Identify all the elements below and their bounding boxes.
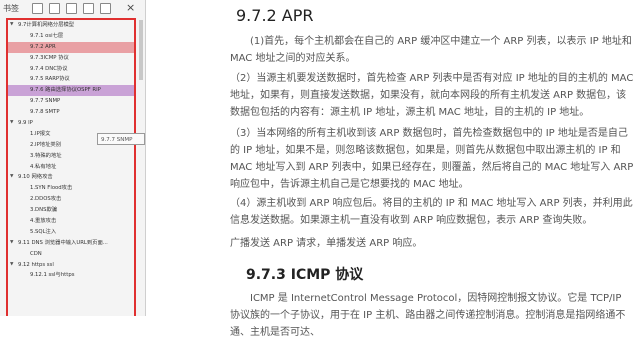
bookmark-item[interactable]: 9.7.7 SNMP xyxy=(8,96,134,107)
bookmark-item[interactable]: 2.DDOS攻击 xyxy=(8,194,134,205)
bookmark-tooltip: 9.7.7 SNMP xyxy=(97,133,145,145)
paragraph-5: 广播发送 ARP 请求，单播发送 ARP 响应。 xyxy=(230,238,423,249)
bookmark-label: 4.重放攻击 xyxy=(30,218,57,225)
paragraph-3: （3）当本网络的所有主机收到该 ARP 数据包时，首先检查数据包中的 IP 地址… xyxy=(230,128,634,190)
bookmark-label: 9.10 网络攻击 xyxy=(18,174,53,181)
bookmark-item[interactable]: 3.特殊的地址 xyxy=(8,151,134,162)
bookmark-label: 9.7.4 DNC协议 xyxy=(30,65,68,72)
bookmark-item[interactable]: 1.SYN Flood攻击 xyxy=(8,183,134,194)
bookmark-pane-title: 书签 xyxy=(3,4,19,13)
section-heading-apr: 9.7.2 APR xyxy=(236,6,314,25)
bookmark-group[interactable]: ▼ 9.9 IP xyxy=(8,118,134,129)
bookmark-label: 5.SQL注入 xyxy=(30,228,57,235)
bookmark-group[interactable]: ▼ 9.12 https ssl xyxy=(8,260,134,271)
bookmark-item[interactable]: 9.7.3ICMP 协议 xyxy=(8,53,134,64)
bookmark-item[interactable]: 9.7.2 APR xyxy=(8,41,134,53)
chevron-down-icon[interactable]: ▼ xyxy=(10,172,13,183)
bookmark-label: 3.DNS欺骗 xyxy=(30,207,58,214)
chevron-down-icon[interactable]: ▼ xyxy=(10,20,13,31)
bookmark-item[interactable]: 9.7.6 路由选择协议OSPF RIP xyxy=(8,85,134,97)
bookmark-pane: 书签 × ▼ 9.7计算机网络分层模型 9.7.1 osi七层 9.7.2 APR 9.… xyxy=(0,0,146,316)
bookmark-label: 9.7.5 RARP协议 xyxy=(30,76,70,83)
section-heading-icmp: 9.7.3 ICMP 协议 xyxy=(246,267,364,283)
bookmark-label: 9.7.1 osi七层 xyxy=(30,32,64,39)
bookmark-item[interactable]: 4.重放攻击 xyxy=(8,216,134,227)
bookmark-group[interactable]: ▼ 9.11 DNS 浏览器中输入URL到页面... xyxy=(8,238,134,249)
bookmark-item[interactable]: 4.私有地址 xyxy=(8,162,134,173)
bookmark-group[interactable]: ▼ 9.7计算机网络分层模型 xyxy=(8,20,134,31)
bookmark-tree: ▼ 9.7计算机网络分层模型 9.7.1 osi七层 9.7.2 APR 9.7.3IC… xyxy=(6,18,136,316)
bookmark-label: CDN xyxy=(30,250,42,257)
bookmark-label: 1.IP报文 xyxy=(30,130,51,137)
document-page: 9.7.2 APR (1)首先，每个主机都会在自己的 ARP 缓冲区中建立一个 … xyxy=(146,0,637,338)
bookmark-expand-icon[interactable] xyxy=(66,3,77,14)
bookmark-item[interactable]: 9.12.1 ssl与https xyxy=(8,270,134,281)
bookmark-label: 3.特殊的地址 xyxy=(30,152,62,159)
bookmark-item[interactable]: 9.7.8 SMTP xyxy=(8,107,134,118)
bookmark-label: 2.DDOS攻击 xyxy=(30,196,62,203)
bookmark-label: 4.私有地址 xyxy=(30,163,57,170)
bookmark-label: 9.12.1 ssl与https xyxy=(30,272,75,279)
bookmark-item[interactable]: CDN xyxy=(8,249,134,260)
bookmark-label: 9.12 https ssl xyxy=(18,261,54,268)
bookmark-label: 9.11 DNS 浏览器中输入URL到页面... xyxy=(18,239,108,246)
chevron-down-icon[interactable]: ▼ xyxy=(10,118,13,129)
chevron-down-icon[interactable]: ▼ xyxy=(10,238,13,249)
bookmark-label: 9.7.3ICMP 协议 xyxy=(30,54,69,61)
paragraph-1: (1)首先，每个主机都会在自己的 ARP 缓冲区中建立一个 ARP 列表，以表示… xyxy=(230,36,632,64)
bookmark-label: 9.7.7 SNMP xyxy=(30,98,61,105)
bookmark-label: 9.7.6 路由选择协议OSPF RIP xyxy=(30,87,101,94)
bookmark-label: 9.7.2 APR xyxy=(30,43,56,50)
bookmark-scrollbar[interactable] xyxy=(138,18,144,316)
bookmark-item[interactable]: 3.DNS欺骗 xyxy=(8,205,134,216)
bookmark-group[interactable]: ▼ 9.10 网络攻击 xyxy=(8,172,134,183)
scrollbar-thumb[interactable] xyxy=(139,20,143,80)
bookmark-collapse-icon[interactable] xyxy=(83,3,94,14)
bookmark-label: 9.7计算机网络分层模型 xyxy=(18,22,75,28)
bookmark-item[interactable]: 9.7.4 DNC协议 xyxy=(8,64,134,75)
bookmark-label: 1.SYN Flood攻击 xyxy=(30,185,73,192)
paragraph-2: （2）当源主机要发送数据时，首先检查 ARP 列表中是否有对应 IP 地址的目的… xyxy=(230,73,634,118)
close-icon[interactable]: × xyxy=(126,1,135,14)
bookmark-item[interactable]: 9.7.1 osi七层 xyxy=(8,31,134,42)
bookmark-list-icon[interactable] xyxy=(32,3,43,14)
bookmark-label: 9.9 IP xyxy=(18,120,33,127)
bookmark-label: 9.7.8 SMTP xyxy=(30,109,60,116)
bookmark-options-icon[interactable] xyxy=(100,3,111,14)
bookmark-add-icon[interactable] xyxy=(49,3,60,14)
paragraph-4: （4）源主机收到 ARP 响应包后。将目的主机的 IP 和 MAC 地址写入 A… xyxy=(230,198,633,226)
bookmark-item[interactable]: 9.7.5 RARP协议 xyxy=(8,74,134,85)
chevron-down-icon[interactable]: ▼ xyxy=(10,260,13,271)
bookmark-item[interactable]: 5.SQL注入 xyxy=(8,227,134,238)
bookmark-label: 2.IP地址类别 xyxy=(30,141,61,148)
